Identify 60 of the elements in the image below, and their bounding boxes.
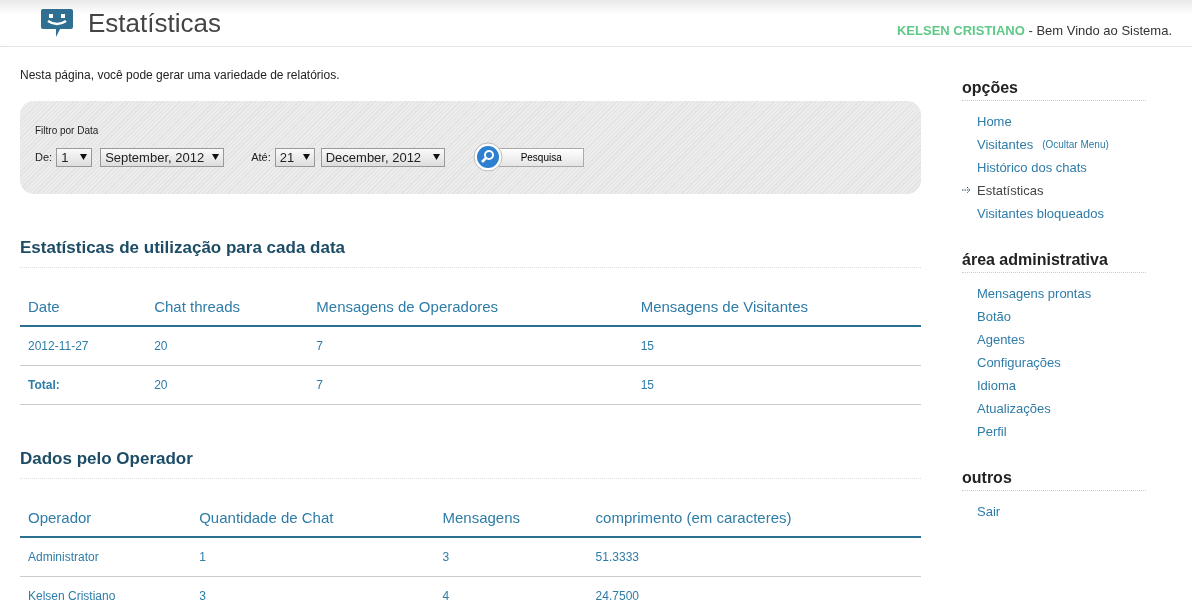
table-cell: 7	[308, 365, 633, 405]
section-heading: Estatísticas de utilização para cada data	[20, 238, 921, 268]
sidebar-link[interactable]: Agentes	[977, 332, 1025, 347]
dropdown-arrow-icon	[212, 154, 220, 160]
column-header: comprimento (em caracteres)	[587, 499, 921, 537]
table-cell: 24.7500	[587, 576, 921, 611]
sidebar-link[interactable]: Histórico dos chats	[977, 160, 1087, 175]
day-dropdown[interactable]: 21	[274, 147, 315, 167]
from-label: De:	[35, 151, 53, 163]
sidebar-heading: opções	[962, 79, 1146, 101]
dropdown-arrow-icon	[302, 154, 310, 160]
column-header: Date	[20, 288, 147, 326]
sidebar-link[interactable]: Sair	[977, 504, 1001, 519]
table-cell: 15	[632, 326, 921, 366]
table-cell: 4	[434, 576, 588, 611]
table-cell: 1	[191, 537, 435, 577]
table-cell: Kelsen Cristiano	[20, 576, 192, 611]
month-dropdown[interactable]: September, 2012	[100, 147, 225, 167]
month-dropdown[interactable]: December, 2012	[320, 147, 445, 167]
table-cell: 2012-11-27	[20, 326, 147, 366]
table-cell: 7	[308, 326, 633, 366]
sidebar-link[interactable]: Configurações	[977, 355, 1061, 370]
filter-title: Filtro por Data	[35, 125, 100, 136]
dropdown-arrow-icon	[80, 154, 88, 160]
sidebar-link[interactable]: Estatísticas	[977, 183, 1044, 198]
day-dropdown[interactable]: 1	[56, 147, 93, 167]
column-header: Operador	[20, 499, 192, 537]
column-header: Mensagens de Visitantes	[632, 288, 921, 326]
table-cell: 15	[632, 365, 921, 405]
column-header: Mensagens de Operadores	[308, 288, 633, 326]
page-title: Estatísticas	[88, 7, 222, 39]
sidebar-link[interactable]: Perfil	[977, 424, 1007, 439]
arrow-icon	[962, 186, 972, 194]
sidebar-heading: outros	[962, 469, 1146, 491]
table-cell: Total:	[20, 365, 147, 405]
smiley-chat-icon	[40, 8, 74, 38]
dropdown-arrow-icon	[432, 154, 440, 160]
column-header: Mensagens	[434, 499, 588, 537]
search-icon	[472, 142, 503, 172]
table-cell: 51.3333	[587, 537, 921, 577]
sidebar-link[interactable]: Visitantes	[977, 137, 1034, 152]
sidebar-link[interactable]: Botão	[977, 309, 1011, 324]
sidebar-heading: área administrativa	[962, 251, 1146, 273]
sidebar-link[interactable]: Home	[977, 114, 1012, 129]
table-cell: 3	[434, 537, 588, 577]
sidebar-link[interactable]: Visitantes bloqueados	[977, 206, 1104, 221]
sidebar-link[interactable]: Idioma	[977, 378, 1017, 393]
column-header: Chat threads	[146, 288, 309, 326]
to-label: Até:	[251, 151, 271, 163]
column-header: Quantidade de Chat	[191, 499, 435, 537]
hide-menu-link[interactable]: (Ocultar Menu)	[1042, 139, 1109, 150]
table-cell: 20	[146, 326, 309, 366]
table-cell: 20	[146, 365, 309, 405]
sidebar-link[interactable]: Atualizações	[977, 401, 1051, 416]
sidebar-link[interactable]: Mensagens prontas	[977, 286, 1092, 301]
section-heading: Dados pelo Operador	[20, 449, 921, 479]
welcome-message: KELSEN CRISTIANO - Bem Vindo ao Sistema.	[897, 23, 1172, 38]
intro-text: Nesta página, você pode gerar uma variedade de relatórios.	[20, 68, 341, 82]
table-cell: 3	[191, 576, 435, 611]
table-cell: Administrator	[20, 537, 192, 577]
